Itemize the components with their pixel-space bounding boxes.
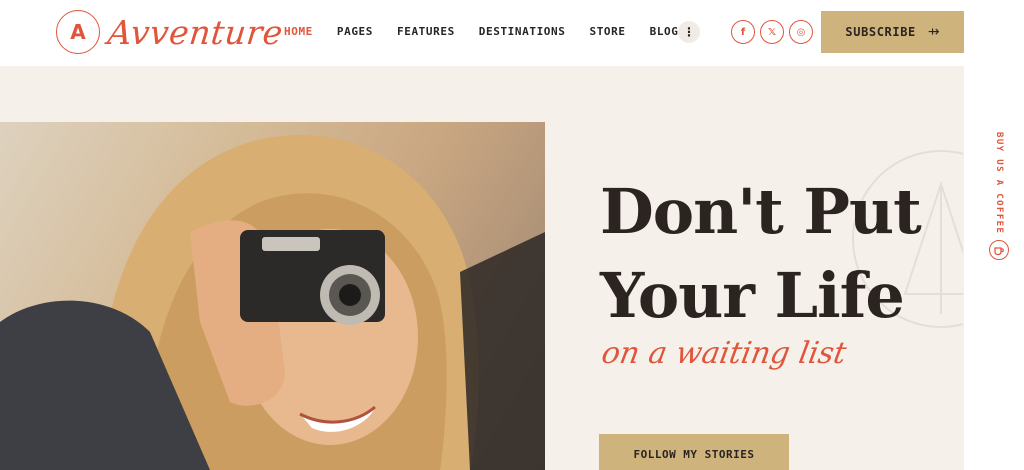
nav-item-home[interactable]: HOME [284,25,313,38]
x-icon: 𝕏 [767,26,777,38]
hero-photo [0,122,545,470]
coffee-cup-icon [989,240,1009,261]
instagram-icon: ◎ [796,26,806,38]
follow-stories-button[interactable]: FOLLOW MY STORIES [599,434,789,470]
buy-coffee-link[interactable]: BUY US A COFFEE [989,132,1009,261]
main-nav: HOME PAGES FEATURES DESTINATIONS STORE B… [284,25,702,38]
hero-script-tagline: on a waiting list [598,336,849,371]
hero-headline: Don't Put Your Life [600,170,960,338]
more-menu-button[interactable]: ⋮ [678,21,700,43]
more-vertical-icon: ⋮ [683,25,695,39]
hero-section: Don't Put Your Life on a waiting list FO… [0,66,964,470]
instagram-link[interactable]: ◎ [789,20,813,44]
site-header: A Avventure HOME PAGES FEATURES DESTINAT… [0,0,1024,66]
headline-line-1: Don't Put [600,175,922,248]
x-link[interactable]: 𝕏 [760,20,784,44]
nav-item-blog[interactable]: BLOG [650,25,679,38]
coffee-cup-glyph [994,247,1004,256]
subscribe-button[interactable]: SUBSCRIBE ⇸ [821,11,964,53]
hero-photo-illustration [0,122,545,470]
logo-badge: A [56,10,100,54]
side-strip [964,66,1024,470]
facebook-link[interactable]: f [731,20,755,44]
cta-label: FOLLOW MY STORIES [633,448,755,461]
nav-item-pages[interactable]: PAGES [337,25,373,38]
nav-item-destinations[interactable]: DESTINATIONS [479,25,566,38]
nav-item-features[interactable]: FEATURES [397,25,455,38]
arrow-right-icon: ⇸ [927,24,940,40]
facebook-icon: f [740,26,746,38]
logo-wordmark: Avventure [105,12,285,52]
headline-line-2: Your Life [600,259,905,332]
coffee-label: BUY US A COFFEE [994,132,1004,235]
nav-item-store[interactable]: STORE [589,25,625,38]
social-links: f 𝕏 ◎ [731,20,818,44]
subscribe-label: SUBSCRIBE [845,25,916,39]
site-logo[interactable]: A Avventure [56,10,285,54]
